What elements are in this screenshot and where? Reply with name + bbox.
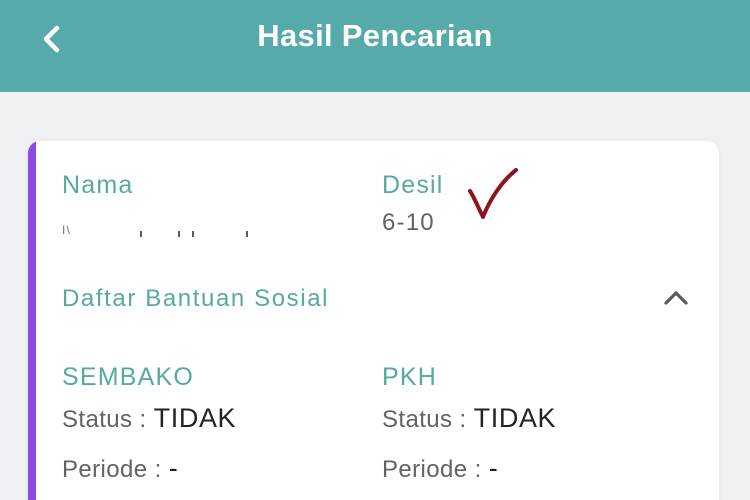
pkh-periode: Periode : - (382, 453, 498, 484)
periode-value: - (168, 453, 179, 483)
pkh-status: Status : TIDAK (382, 403, 556, 434)
red-checkmark-icon (468, 168, 518, 219)
periode-value: - (488, 453, 499, 483)
desil-value: 6-10 (382, 209, 435, 236)
redaction-mark (178, 231, 180, 237)
redaction-mark (246, 231, 248, 237)
status-label: Status : (382, 406, 467, 433)
page-title: Hasil Pencarian (257, 18, 493, 53)
periode-label: Periode : (382, 456, 482, 483)
program-name-pkh: PKH (382, 363, 438, 391)
sembako-periode: Periode : - (62, 453, 178, 484)
status-label: Status : (62, 406, 147, 433)
card-accent-bar (28, 141, 36, 500)
redaction-mark (192, 231, 194, 237)
section-title-daftar-bantuan[interactable]: Daftar Bantuan Sosial (62, 285, 329, 313)
app-bar: Hasil Pencarian (0, 0, 750, 92)
nama-label: Nama (62, 171, 134, 199)
desil-label: Desil (382, 171, 444, 199)
status-value: TIDAK (153, 403, 237, 433)
chevron-up-icon[interactable] (660, 285, 692, 311)
status-value: TIDAK (473, 403, 557, 433)
program-name-sembako: SEMBAKO (62, 363, 195, 391)
result-card: Nama I\ Desil 6-10 Daftar Bantuan Sosial… (28, 141, 719, 500)
sembako-status: Status : TIDAK (62, 403, 236, 434)
nama-value-visible: I\ (62, 223, 72, 237)
nama-value-redacted: I\ (62, 207, 262, 237)
redaction-mark (140, 231, 142, 237)
periode-label: Periode : (62, 456, 162, 483)
